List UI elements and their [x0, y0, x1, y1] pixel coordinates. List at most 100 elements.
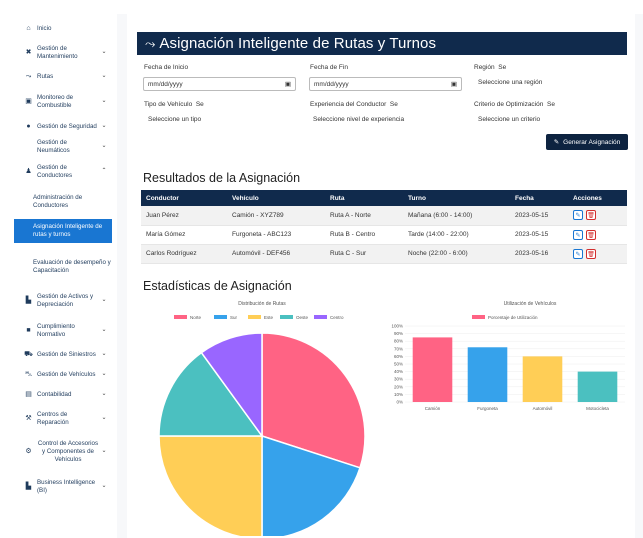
chevron-down-icon[interactable]: ⌄: [99, 73, 109, 81]
experience-select[interactable]: Seleccione nivel de experiencia: [313, 116, 404, 123]
sidebar-item-inicio[interactable]: ⌂ Inicio: [14, 22, 112, 36]
sidebar-item-asignacion[interactable]: Asignación Inteligente de rutas y turnos: [14, 219, 112, 243]
sidebar-item-rutas[interactable]: ⤳ Rutas ⌄: [14, 70, 112, 84]
sidebar-item-label: Gestión de Mantenimiento: [37, 45, 78, 60]
generate-assignment-label: Generar Asignación: [563, 138, 621, 146]
sidebar-item-combustible[interactable]: ▣ Monitoreo de Combustible ⌄: [14, 91, 112, 113]
sidebar-item-label: Cumplimiento Normativo: [37, 323, 75, 338]
y-tick-label: 90%: [394, 331, 403, 336]
col-header: Vehículo: [227, 190, 325, 206]
pencil-icon: ✎: [553, 139, 560, 146]
sidebar-item-conductores[interactable]: ♟ Gestión de Conductores ⌃: [14, 161, 112, 183]
y-tick-label: 60%: [394, 354, 403, 359]
y-tick-label: 30%: [394, 377, 403, 382]
trash-icon[interactable]: 🗑: [586, 229, 596, 240]
sidebar-item-label: Administración de Conductores: [33, 194, 83, 209]
bar-1: [467, 347, 508, 402]
table-cell: Furgoneta - ABC123: [227, 225, 325, 245]
sidebar-item-accesorios[interactable]: ⚙ Control de Accesorios y Componentes de …: [14, 437, 112, 467]
sidebar-item-activos[interactable]: ▙ Gestión de Activos y Depreciación ⌄: [14, 290, 112, 312]
sidebar-item-admin-conductores[interactable]: Administración de Conductores: [14, 190, 112, 214]
sidebar-item-label: Gestión de Activos y Depreciación: [37, 293, 94, 308]
edit-icon[interactable]: ✎: [573, 248, 583, 259]
criterion-select[interactable]: Seleccione un criterio: [478, 116, 540, 123]
region-label: Región Se: [474, 64, 506, 71]
table-row: Juan Pérez Camión - XYZ789 Ruta A - Norte M…: [141, 206, 627, 226]
chevron-down-icon[interactable]: ⌄: [99, 123, 109, 131]
chevron-down-icon[interactable]: ⌄: [99, 483, 109, 491]
generate-assignment-button[interactable]: ✎ Generar Asignación: [546, 134, 628, 150]
table-cell: Ruta B - Centro: [325, 225, 403, 245]
edit-icon[interactable]: ✎: [573, 210, 583, 221]
sidebar: ⌂ Inicio ✖ Gestión de Mantenimiento ⌄ ⤳ Rutas ⌄…: [14, 14, 112, 538]
sidebar-item-label: Gestión de Vehículos: [37, 371, 96, 379]
trash-icon[interactable]: 🗑: [586, 210, 596, 221]
route-distribution-chart: Distribución de Rutas Norte Sur Este Oeste Ce…: [158, 301, 366, 536]
sidebar-item-mantenimiento[interactable]: ✖ Gestión de Mantenimiento ⌄: [14, 42, 112, 64]
vehicle-type-select[interactable]: Seleccione un tipo: [148, 116, 201, 123]
legend-swatch: [174, 315, 187, 319]
y-tick-label: 50%: [394, 362, 403, 367]
end-date-input[interactable]: mm/dd/yyyy ▣: [309, 77, 462, 91]
start-date-value: mm/dd/yyyy: [148, 80, 183, 88]
chevron-down-icon[interactable]: ⌄: [99, 415, 109, 423]
sidebar-item-neumaticos[interactable]: Gestión de Neumáticos ⌄: [14, 139, 112, 154]
actions-cell: ✎ 🗑: [568, 206, 627, 226]
table-cell: Automóvil - DEF456: [227, 244, 325, 264]
sidebar-item-contabilidad[interactable]: ▤ Contabilidad ⌄: [14, 388, 112, 402]
edit-icon[interactable]: ✎: [573, 229, 583, 240]
sidebar-item-vehiculos[interactable]: ⛍ Gestión de Vehículos ⌄: [14, 368, 112, 382]
legend-swatch: [280, 315, 293, 319]
sidebar-item-siniestros[interactable]: ⛟ Gestión de Siniestros ⌄: [14, 348, 112, 362]
sidebar-item-label: Inicio: [37, 25, 52, 33]
start-date-input[interactable]: mm/dd/yyyy ▣: [143, 77, 296, 91]
vehicle-type-label: Tipo de Vehículo Se: [144, 101, 204, 108]
chevron-down-icon[interactable]: ⌄: [99, 391, 109, 399]
sidebar-item-bi[interactable]: ▙ Business Intelligence (BI) ⌄: [14, 476, 112, 498]
table-cell: 2023-05-16: [510, 244, 568, 264]
region-select[interactable]: Seleccione una región: [478, 79, 542, 86]
chart-title: Distribución de Rutas: [238, 301, 286, 307]
table-cell: 2023-05-15: [510, 225, 568, 245]
legend-label: Porcentaje de Utilización: [488, 315, 538, 320]
page-title-bar: ⤳ Asignación Inteligente de Rutas y Turn…: [137, 32, 627, 55]
chart-title: Utilización de Vehículos: [504, 301, 557, 307]
chevron-down-icon[interactable]: ⌄: [99, 49, 109, 57]
chevron-down-icon[interactable]: ⌄: [99, 143, 109, 151]
bar-0: [412, 337, 453, 402]
y-tick-label: 20%: [394, 384, 403, 389]
table-cell: Ruta C - Sur: [325, 244, 403, 264]
legend-swatch: [314, 315, 327, 319]
calendar-icon[interactable]: ▣: [285, 80, 291, 88]
sidebar-item-seguridad[interactable]: ● Gestión de Seguridad ⌄: [14, 120, 112, 134]
end-date-label: Fecha de Fin: [310, 64, 348, 71]
fuel-icon: ▣: [25, 97, 32, 105]
sidebar-item-evaluacion[interactable]: Evaluación de desempeño y Capacitación: [14, 249, 112, 285]
vehicle-utilization-chart: Utilización de Vehículos Porcentaje de Ut…: [391, 301, 625, 411]
chevron-down-icon[interactable]: ⌄: [99, 371, 109, 379]
chart-icon: ▙: [25, 296, 32, 304]
region-label-trunc: Se: [498, 64, 507, 71]
chevron-down-icon[interactable]: ⌄: [99, 448, 109, 456]
y-tick-label: 70%: [394, 346, 403, 351]
chevron-down-icon[interactable]: ⌄: [99, 98, 109, 106]
results-table: Conductor Vehículo Ruta Turno Fecha Acci…: [141, 190, 627, 264]
results-heading: Resultados de la Asignación: [143, 171, 301, 185]
sidebar-item-label: Centros de Reparación: [37, 411, 69, 426]
calendar-icon[interactable]: ▣: [451, 80, 457, 88]
trash-icon[interactable]: 🗑: [586, 248, 596, 259]
sidebar-item-centros-reparacion[interactable]: ⚒ Centros de Reparación ⌄: [14, 408, 112, 430]
experience-label-trunc: Se: [389, 101, 398, 108]
pie-slice-este: [158, 435, 263, 536]
vehicle-type-label-trunc: Se: [195, 101, 204, 108]
route-icon: ⤳: [25, 72, 32, 80]
chevron-down-icon[interactable]: ⌄: [99, 327, 109, 335]
home-icon: ⌂: [26, 24, 31, 32]
chevron-up-icon[interactable]: ⌃: [99, 168, 109, 176]
chevron-down-icon[interactable]: ⌄: [99, 297, 109, 305]
sidebar-item-label: Asignación Inteligente de rutas y turnos: [33, 223, 103, 238]
tools-icon: ✖: [25, 48, 32, 56]
sidebar-item-cumplimiento[interactable]: ■ Cumplimiento Normativo ⌄: [14, 320, 112, 342]
chevron-down-icon[interactable]: ⌄: [99, 351, 109, 359]
car-crash-icon: ⛟: [24, 350, 33, 358]
